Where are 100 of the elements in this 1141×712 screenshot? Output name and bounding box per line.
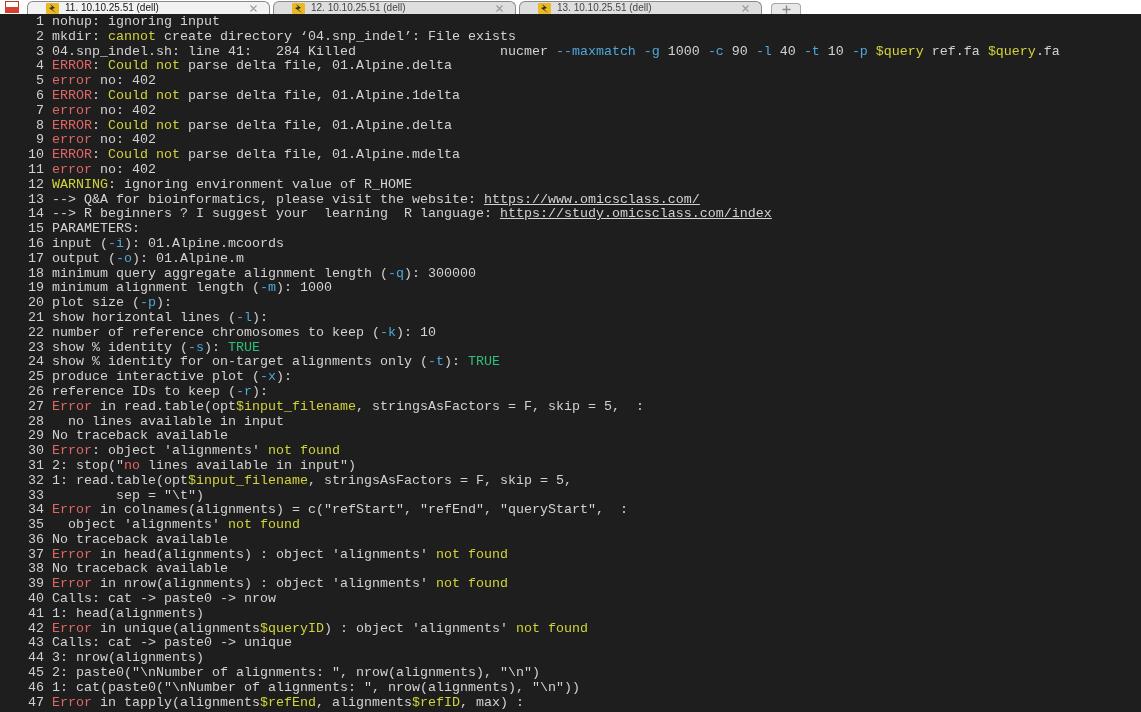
line-number: 34 <box>28 503 44 519</box>
line-number: 7 <box>35 103 44 119</box>
line-number: 3 <box>35 44 44 60</box>
line-number: 8 <box>35 118 44 134</box>
terminal-line: WARNING: ignoring environment value of R_HOME <box>52 177 412 193</box>
terminal-line: Calls: cat -> paste0 -> nrow <box>52 592 276 607</box>
line-number: 1 <box>35 15 44 30</box>
terminal-line: error no: 402 <box>52 162 156 178</box>
line-number: 25 <box>28 370 44 385</box>
terminal-line: Error in nrow(alignments) : object 'alignments' not found <box>52 577 508 593</box>
url-link[interactable]: https://study.omicsclass.com/index <box>499 206 772 222</box>
terminal-line: mkdir: cannot create directory ‘04.snp_indel’: File exists <box>52 29 516 45</box>
session-tab[interactable]: 11. 10.10.25.51 (dell) <box>27 1 270 14</box>
new-tab-button[interactable] <box>771 3 801 14</box>
plus-icon <box>781 4 791 14</box>
line-number: 4 <box>35 59 44 75</box>
terminal-line: 04.snp_indel.sh: line 41: 284 Killed nucmer --maxmatch -g 1000 -c 90 -l 40 -t 10 -p $query ref.fa $query.fa <box>52 44 1060 60</box>
line-number: 47 <box>28 695 44 711</box>
line-number: 27 <box>28 399 44 415</box>
line-number: 18 <box>28 266 44 282</box>
line-number: 19 <box>28 281 44 297</box>
terminal-line: number of reference chromosomes to keep (-k): 10 <box>52 325 436 341</box>
line-number: 5 <box>35 74 44 89</box>
line-number: 29 <box>28 429 44 445</box>
line-number: 26 <box>28 384 44 400</box>
terminal-line: 2: stop("no lines available in input") <box>52 458 356 474</box>
line-number: 2 <box>35 29 44 45</box>
terminal-line: Error: object 'alignments' not found <box>52 444 340 459</box>
line-number: 9 <box>35 133 44 149</box>
line-number: 38 <box>28 562 44 578</box>
terminal-line: plot size (-p): <box>52 296 172 311</box>
terminal-line: --> R beginners ? I suggest your learning R language: https://study.omicsclass.com/index <box>52 207 772 223</box>
terminal-line: output (-o): 01.Alpine.m <box>52 251 244 267</box>
terminal-line: 2: paste0("\nNumber of alignments: ", nrow(alignments), "\n") <box>52 666 540 681</box>
terminal-line: --> Q&A for bioinformatics, please visit the website: https://www.omicsclass.com/ <box>52 192 700 208</box>
terminal-line: 1: head(alignments) <box>52 606 204 622</box>
terminal-line: ERROR: Could not parse delta file, 01.Alpine.delta <box>52 118 452 134</box>
terminal-line: produce interactive plot (-x): <box>52 370 292 385</box>
terminal-line: ERROR: Could not parse delta file, 01.Alpine.mdelta <box>52 148 460 163</box>
terminal-line: show horizontal lines (-l): <box>52 310 268 326</box>
terminal-line: Error in unique(alignments$queryID) : object 'alignments' not found <box>52 621 588 637</box>
close-icon[interactable] <box>742 4 749 12</box>
line-number: 33 <box>28 488 44 504</box>
line-number: 42 <box>28 621 44 637</box>
terminal-line: PARAMETERS: <box>52 222 140 237</box>
terminal-line: 1: cat(paste0("\nNumber of alignments: ", nrow(alignments), "\n")) <box>52 680 580 696</box>
terminal-line: reference IDs to keep (-r): <box>52 384 268 400</box>
terminal-line: input (-i): 01.Alpine.mcoords <box>52 236 284 252</box>
close-icon[interactable] <box>496 4 503 12</box>
terminal-line: No traceback available <box>52 429 228 445</box>
terminal-line: no lines available in input <box>67 414 284 430</box>
terminal-line: Error in colnames(alignments) = c("refStart", "refEnd", "queryStart", : <box>52 503 628 519</box>
line-number: 16 <box>28 236 44 252</box>
line-number: 22 <box>28 325 44 341</box>
line-number: 46 <box>28 680 44 696</box>
terminal-line: Error in read.table(opt$input_filename, stringsAsFactors = F, skip = 5, : <box>52 399 644 415</box>
terminal-line: object 'alignments' not found <box>67 518 300 533</box>
terminal-line: No traceback available <box>52 562 228 578</box>
line-number: 6 <box>35 89 44 104</box>
terminal-line: Error in tapply(alignments$refEnd, alignments$refID, max) : <box>52 695 524 711</box>
line-number: 40 <box>28 592 44 607</box>
terminal-line: minimum alignment length (-m): 1000 <box>52 281 332 297</box>
line-number: 31 <box>28 458 44 474</box>
line-number: 21 <box>28 310 44 326</box>
terminal-line: error no: 402 <box>52 133 156 149</box>
line-number: 36 <box>28 532 44 548</box>
line-number: 41 <box>28 606 44 622</box>
terminal-line: error no: 402 <box>52 74 156 89</box>
line-number: 39 <box>28 577 44 593</box>
terminal-line: show % identity for on-target alignments only (-t): TRUE <box>52 355 500 371</box>
terminal-line: sep = "\t") <box>115 488 204 504</box>
terminal-line: ERROR: Could not parse delta file, 01.Alpine.1delta <box>52 89 460 104</box>
session-tab[interactable]: 13. 10.10.25.51 (dell) <box>519 1 762 14</box>
url-link[interactable]: https://www.omicsclass.com/ <box>483 191 700 207</box>
line-number: 43 <box>28 636 44 652</box>
terminal-line: 3: nrow(alignments) <box>52 651 204 667</box>
session-tab[interactable]: 12. 10.10.25.51 (dell) <box>273 1 516 14</box>
line-number: 14 <box>28 207 44 223</box>
terminal-line: nohup: ignoring input <box>52 15 220 30</box>
line-number: 20 <box>28 296 44 311</box>
line-number: 10 <box>28 148 44 163</box>
line-number: 32 <box>28 473 44 489</box>
terminal-line: minimum query aggregate alignment length (-q): 300000 <box>52 266 476 282</box>
line-number: 44 <box>28 651 44 667</box>
terminal-line: show % identity (-s): TRUE <box>52 340 260 356</box>
close-icon[interactable] <box>250 4 257 12</box>
line-number: 37 <box>28 547 44 563</box>
terminal-line: Calls: cat -> paste0 -> unique <box>52 636 292 652</box>
line-number: 35 <box>28 518 44 533</box>
line-number: 30 <box>28 444 44 459</box>
line-number: 15 <box>28 222 44 237</box>
line-number: 13 <box>28 192 44 208</box>
terminal-line: error no: 402 <box>52 103 156 119</box>
terminal-line: No traceback available <box>52 532 228 548</box>
terminal-line: ERROR: Could not parse delta file, 01.Alpine.delta <box>52 59 452 75</box>
terminal-line: Error in head(alignments) : object 'alignments' not found <box>52 547 508 563</box>
terminal-line: 1: read.table(opt$input_filename, stringsAsFactors = F, skip = 5, <box>52 473 572 489</box>
line-number: 12 <box>28 177 44 193</box>
line-number: 24 <box>28 355 44 371</box>
line-number: 45 <box>28 666 44 681</box>
